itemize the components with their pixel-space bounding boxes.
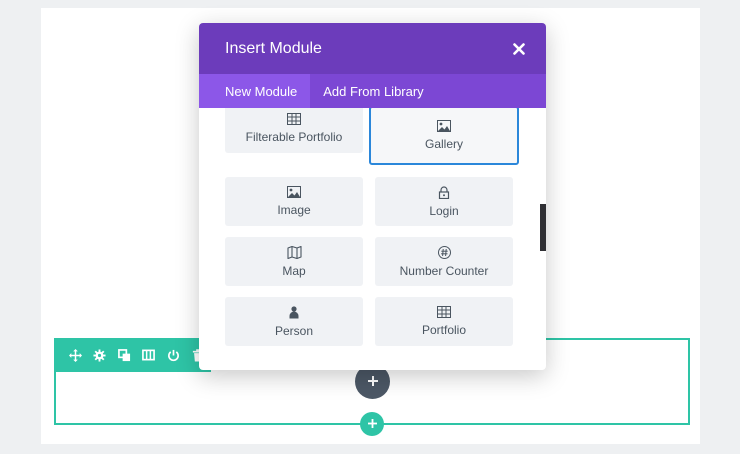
lock-icon <box>438 185 450 199</box>
map-icon <box>286 245 302 259</box>
move-icon[interactable] <box>63 338 88 372</box>
settings-icon[interactable] <box>88 338 113 372</box>
module-filterable-portfolio[interactable]: Filterable Portfolio <box>225 108 363 153</box>
tab-add-from-library[interactable]: Add From Library <box>310 74 436 108</box>
module-gallery[interactable]: Gallery <box>369 108 519 165</box>
tab-new-module[interactable]: New Module <box>199 74 311 108</box>
module-portfolio[interactable]: Portfolio <box>375 297 513 346</box>
module-login[interactable]: Login <box>375 177 513 226</box>
module-list: Filterable Portfolio Gallery Image Login <box>199 108 546 370</box>
insert-module-modal: Insert Module New Module Add From Librar… <box>199 23 546 370</box>
module-person[interactable]: Person <box>225 297 363 346</box>
modal-tabs: New Module Add From Library <box>199 74 546 108</box>
image-icon <box>287 186 301 198</box>
module-image[interactable]: Image <box>225 177 363 226</box>
modal-scrollbar[interactable] <box>540 204 546 251</box>
row-toolbar <box>54 338 211 372</box>
module-map[interactable]: Map <box>225 237 363 286</box>
person-icon <box>289 305 299 319</box>
plus-icon <box>367 415 377 433</box>
module-label: Map <box>282 263 306 278</box>
module-label: Number Counter <box>399 263 489 278</box>
plus-icon <box>367 373 378 391</box>
add-row-button[interactable] <box>360 412 384 436</box>
modal-header: Insert Module <box>199 23 546 74</box>
module-label: Image <box>277 203 311 217</box>
grid-icon <box>287 113 301 125</box>
duplicate-icon[interactable] <box>112 338 137 372</box>
power-icon[interactable] <box>161 338 186 372</box>
hash-icon <box>437 245 451 259</box>
module-label: Gallery <box>424 137 463 151</box>
modal-title: Insert Module <box>225 39 322 57</box>
columns-icon[interactable] <box>137 338 162 372</box>
module-number-counter[interactable]: Number Counter <box>375 237 513 286</box>
module-label: Portfolio <box>421 323 467 337</box>
module-label: Filterable Portfolio <box>245 130 343 144</box>
close-icon[interactable] <box>511 41 527 57</box>
image-icon <box>437 120 451 132</box>
grid-icon <box>437 306 451 318</box>
module-label: Person <box>274 323 314 338</box>
module-label: Login <box>429 203 459 218</box>
